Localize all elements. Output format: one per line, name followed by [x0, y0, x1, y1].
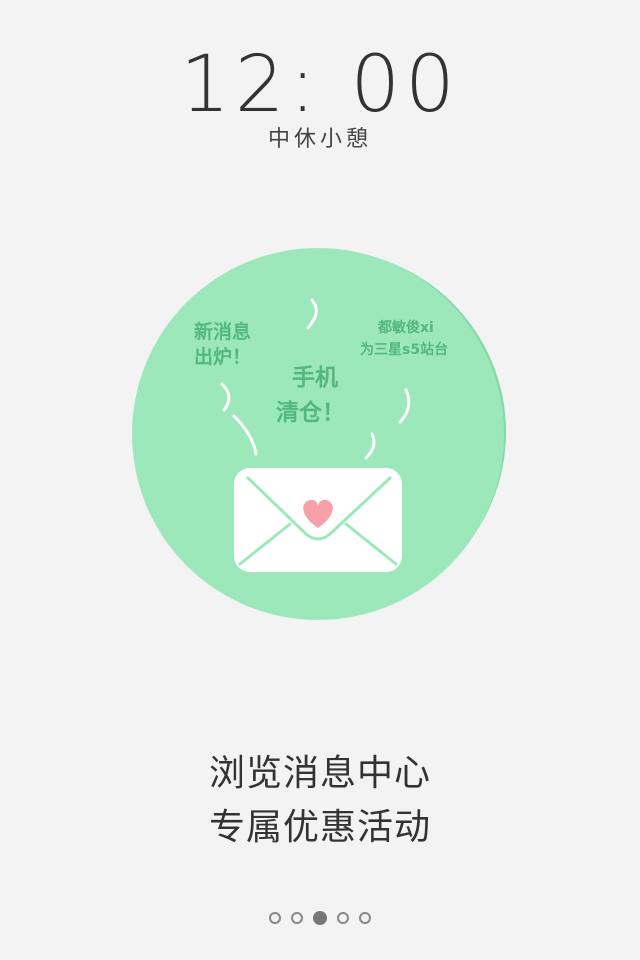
page-dot-3-active[interactable]: [313, 911, 327, 925]
lockscreen-time: 12: 00: [180, 40, 460, 130]
page-dot-2[interactable]: [291, 912, 303, 924]
lockscreen-status: 中休小憩: [267, 127, 372, 152]
page-dot-5[interactable]: [359, 912, 371, 924]
caption-line-2: 专属优惠活动: [208, 807, 431, 848]
page-dot-4[interactable]: [337, 912, 349, 924]
text-right-line2: 为三星s5站台: [360, 341, 448, 358]
text-left-line2: 出炉！: [194, 345, 251, 368]
page-dot-1[interactable]: [269, 912, 281, 924]
text-right-line1: 都敏俊xi: [377, 319, 434, 336]
caption-line-1: 浏览消息中心: [208, 753, 431, 794]
text-center-line2: 清仓！: [276, 399, 345, 426]
illustration-svg: 新消息 出炉！ 都敏俊xi 为三星s5站台 手机 清仓！: [132, 248, 506, 620]
text-center-line1: 手机: [292, 365, 338, 391]
envelope-icon: [234, 468, 402, 572]
page-indicator: [0, 911, 640, 930]
message-illustration: 新消息 出炉！ 都敏俊xi 为三星s5站台 手机 清仓！: [130, 244, 510, 624]
text-left-line1: 新消息: [194, 320, 251, 343]
